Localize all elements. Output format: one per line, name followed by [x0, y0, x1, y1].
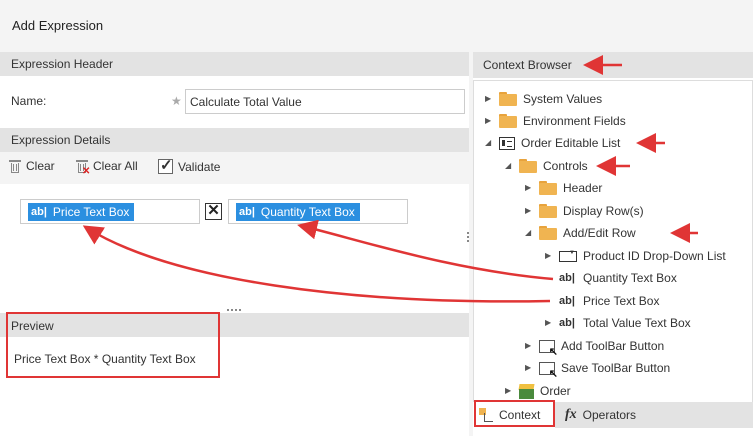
tree-item-add-toolbar-button[interactable]: ▶ Add ToolBar Button	[525, 336, 665, 358]
collapse-arrow-icon[interactable]: ◢	[525, 228, 533, 238]
tab-operators[interactable]: fx Operators	[559, 402, 649, 428]
trash-icon	[9, 159, 21, 173]
annotation-highlight-box	[6, 312, 220, 378]
name-label: Name:	[11, 94, 47, 108]
tree-item-label: System Values	[523, 92, 603, 106]
tree-item-label: Order	[540, 384, 571, 398]
name-input[interactable]	[185, 89, 465, 114]
tree-item-label: Quantity Text Box	[583, 271, 677, 285]
tree-item-product-id-dropdown[interactable]: ▶ Product ID Drop-Down List	[545, 246, 726, 266]
expression-header-section: Expression Header	[0, 52, 469, 76]
toolbar-button-icon	[539, 339, 558, 358]
tree-item-quantity-text-box[interactable]: ab| Quantity Text Box	[545, 268, 677, 288]
tree-item-label: Header	[563, 181, 603, 195]
tree-item-label: Total Value Text Box	[583, 316, 691, 330]
tree-item-label: Add ToolBar Button	[561, 339, 665, 353]
dialog-title-bar: Add Expression	[0, 0, 753, 52]
expand-arrow-icon[interactable]: ▶	[485, 116, 493, 126]
expand-arrow-icon[interactable]: ▶	[505, 386, 513, 396]
tree-item-label: Order Editable List	[521, 136, 621, 150]
expand-arrow-icon[interactable]: ▶	[525, 341, 533, 351]
text-box-icon: ab|	[559, 272, 575, 284]
expand-arrow-icon[interactable]: ▶	[545, 318, 553, 328]
clear-button[interactable]: Clear	[9, 159, 55, 173]
tree-item-order[interactable]: ▶ Order	[505, 381, 571, 401]
horizontal-resize-handle[interactable]	[227, 309, 241, 311]
tree-item-save-toolbar-button[interactable]: ▶ Save ToolBar Button	[525, 358, 671, 380]
tree-item-add-edit-row[interactable]: ◢ Add/Edit Row	[525, 223, 636, 243]
expand-arrow-icon[interactable]: ▶	[545, 251, 553, 261]
expression-details-section: Expression Details	[0, 128, 469, 152]
checkbox-icon	[158, 156, 173, 174]
expand-arrow-icon[interactable]: ▶	[485, 94, 493, 104]
expand-arrow-icon[interactable]: ▶	[525, 183, 533, 193]
clear-label: Clear	[26, 159, 55, 173]
expression-token[interactable]: ab| Quantity Text Box	[236, 203, 360, 221]
folder-icon	[539, 204, 557, 218]
folder-icon	[499, 92, 517, 106]
section-title: Expression Details	[11, 133, 111, 147]
validate-label: Validate	[178, 159, 221, 174]
dialog-title: Add Expression	[12, 18, 104, 33]
dropdown-icon	[559, 250, 577, 262]
tree-item-label: Display Row(s)	[563, 204, 644, 218]
smartobject-icon	[519, 384, 534, 399]
text-box-icon: ab|	[239, 206, 255, 218]
validate-button[interactable]: Validate	[158, 156, 221, 174]
expression-toolbar: Clear ✕ Clear All Validate	[0, 152, 469, 184]
tree-item-controls[interactable]: ◢ Controls	[505, 156, 588, 176]
clear-all-button[interactable]: ✕ Clear All	[76, 159, 138, 177]
required-icon: ★	[171, 94, 182, 108]
text-box-icon: ab|	[559, 295, 575, 307]
folder-icon	[499, 114, 517, 128]
tree-item-label: Save ToolBar Button	[561, 361, 671, 375]
tree-item-price-text-box[interactable]: ab| Price Text Box	[545, 291, 659, 311]
multiply-operator[interactable]: ✕	[205, 203, 222, 220]
tree-item-label: Add/Edit Row	[563, 226, 636, 240]
tree-item-display-rows[interactable]: ▶ Display Row(s)	[525, 201, 644, 221]
fx-icon: fx	[565, 407, 577, 422]
tree-item-label: Controls	[543, 159, 588, 173]
clear-all-label: Clear All	[93, 159, 138, 173]
token-label: Quantity Text Box	[260, 205, 355, 219]
tree-item-label: Product ID Drop-Down List	[583, 249, 726, 263]
context-browser-panel: Context Browser ▶ System Values ▶ Enviro…	[473, 52, 753, 436]
context-browser-header: Context Browser	[473, 52, 753, 78]
expression-token[interactable]: ab| Price Text Box	[28, 203, 135, 221]
text-box-icon: ab|	[31, 206, 47, 218]
collapse-arrow-icon[interactable]: ◢	[485, 138, 493, 148]
tree-item-label: Environment Fields	[523, 114, 626, 128]
collapse-arrow-icon[interactable]: ◢	[505, 161, 513, 171]
annotation-highlight-box	[474, 400, 555, 427]
expand-arrow-icon[interactable]: ▶	[525, 363, 533, 373]
expand-arrow-icon[interactable]: ▶	[525, 206, 533, 216]
tab-label: Operators	[582, 408, 637, 422]
token-label: Price Text Box	[52, 205, 130, 219]
section-title: Context Browser	[483, 58, 572, 72]
expression-operand-left[interactable]: ab| Price Text Box	[20, 199, 200, 224]
tree-item-total-value-text-box[interactable]: ▶ ab| Total Value Text Box	[545, 313, 691, 333]
editable-list-icon	[499, 136, 515, 150]
tree-item-system-values[interactable]: ▶ System Values	[485, 89, 602, 109]
folder-open-icon	[519, 159, 537, 173]
text-box-icon: ab|	[559, 317, 575, 329]
expression-operand-right[interactable]: ab| Quantity Text Box	[228, 199, 408, 224]
folder-icon	[539, 181, 557, 195]
tree-item-header[interactable]: ▶ Header	[525, 178, 602, 198]
section-title: Expression Header	[11, 57, 114, 71]
tree-item-environment-fields[interactable]: ▶ Environment Fields	[485, 111, 626, 131]
tree-item-label: Price Text Box	[583, 294, 660, 308]
trash-delete-icon: ✕	[76, 159, 90, 177]
toolbar-button-icon	[539, 361, 558, 380]
folder-open-icon	[539, 226, 557, 240]
tree-item-order-editable-list[interactable]: ◢ Order Editable List	[485, 133, 620, 153]
